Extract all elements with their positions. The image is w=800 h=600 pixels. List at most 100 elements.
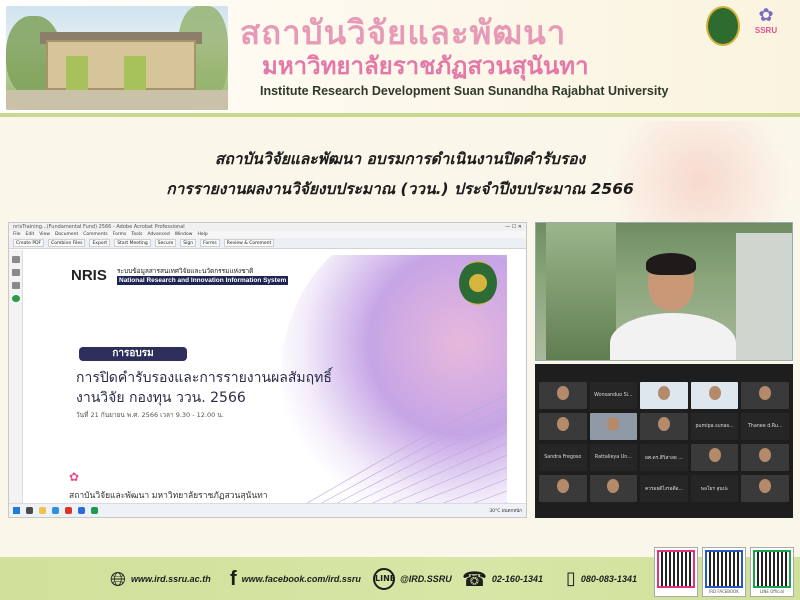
qr-codes: IRD FACEBOOK LINE Official (654, 547, 794, 597)
background-window (546, 223, 616, 360)
institute-building-photo (6, 6, 228, 110)
participant-tile[interactable]: ผศ.ดร.สีวิสาลย ... (640, 444, 688, 471)
weather-tray[interactable]: 30°C ฝนตกหนัก (489, 507, 522, 514)
nris-thai-name: ระบบข้อมูลสารสนเทศวิจัยและนวัตกรรมแห่งชา… (117, 267, 254, 275)
participant-tile[interactable]: Rattalieya Un... (589, 444, 638, 471)
menu-document[interactable]: Document (55, 231, 78, 238)
slide-footer-text: สถาบันวิจัยและพัฒนา มหาวิทยาลัยราชภัฏสวน… (69, 491, 268, 501)
website-link[interactable]: www.ird.ssru.ac.th (131, 574, 211, 584)
participant-tile[interactable] (640, 382, 688, 409)
slide-heading-line1: การปิดคำรับรองและการรายงานผลสัมฤทธิ์ (76, 370, 332, 386)
speaker-hair (646, 253, 696, 275)
participant-tile[interactable]: ควรอยดีไงรอดีอ... (640, 475, 688, 502)
menu-view[interactable]: View (39, 231, 50, 238)
qr-code-icon (753, 550, 791, 588)
menu-window[interactable]: Window (175, 231, 193, 238)
zoom-icon[interactable] (78, 507, 85, 514)
participant-tile[interactable] (741, 444, 789, 471)
slide-wave-lines (303, 395, 507, 505)
status-icon[interactable] (11, 295, 20, 302)
university-title-thai: มหาวิทยาลัยราชภัฏสวนสุนันทา (262, 52, 589, 80)
participant-tile[interactable]: Sandra Fregoso (539, 444, 587, 471)
slide-date: วันที่ 21 กันยายน พ.ศ. 2566 เวลา 9.30 - … (76, 411, 224, 419)
bookmarks-icon[interactable] (11, 269, 20, 276)
institute-title-english: Institute Research Development Suan Suna… (260, 84, 669, 98)
secure-button[interactable]: Secure (154, 239, 177, 247)
window-controls[interactable]: — ☐ ✕ (505, 223, 526, 231)
review-comment-button[interactable]: Review & Comment (223, 239, 275, 247)
participant-tile[interactable]: Wonsanduo Si... (589, 382, 638, 409)
phone-number: 02-160-1341 (491, 574, 543, 584)
slide-heading-line2: งานวิจัย กองทุน ววน. 2566 (76, 390, 246, 406)
excel-icon[interactable] (91, 507, 98, 514)
app-title-bar: nrisTraining...(Fundamental Fund) 2566 -… (9, 223, 526, 231)
menu-comments[interactable]: Comments (83, 231, 107, 238)
mobile-number: 080-083-1341 (580, 574, 637, 584)
edge-icon[interactable] (52, 507, 59, 514)
facebook-link[interactable]: www.facebook.com/ird.ssru (242, 574, 361, 584)
facebook-icon: f (230, 568, 237, 590)
presentation-slide: NRIS ระบบข้อมูลสารสนเทศวิจัยและนวัตกรรมแ… (61, 255, 507, 505)
acrobat-icon[interactable] (65, 507, 72, 514)
university-seal-icon (459, 261, 497, 305)
signatures-icon[interactable] (11, 282, 20, 289)
participant-tile[interactable]: Thanee d.Ru... (741, 413, 789, 440)
file-explorer-icon[interactable] (39, 507, 46, 514)
ssru-flower-icon: ✿ (69, 470, 80, 484)
participant-tile[interactable] (690, 382, 739, 409)
line-qr[interactable]: LINE Official (750, 547, 794, 597)
header-banner: สถาบันวิจัยและพัฒนา มหาวิทยาลัยราชภัฏสวน… (0, 0, 800, 117)
menu-file[interactable]: File (13, 231, 21, 238)
participant-tile[interactable]: pumipa.sunas... (690, 413, 739, 440)
headline-line2: การรายงานผลงานวิจัยงบประมาณ (ววน.) ประจำ… (166, 180, 634, 198)
menu-help[interactable]: Help (197, 231, 207, 238)
phone-contact: ☎ 02-160-1341 (462, 565, 543, 593)
participant-tile[interactable] (690, 444, 739, 471)
flower-icon: ✿ (758, 5, 774, 26)
search-icon[interactable] (26, 507, 33, 514)
participant-tile[interactable] (589, 413, 638, 440)
qr-code-icon (705, 550, 743, 588)
participant-tile[interactable] (539, 475, 587, 502)
background-curtain (736, 233, 792, 360)
forms-button[interactable]: Forms (200, 239, 220, 247)
menu-tools[interactable]: Tools (131, 231, 142, 238)
participant-tile[interactable] (640, 413, 688, 440)
menu-edit[interactable]: Edit (26, 231, 35, 238)
facebook-contact: f www.facebook.com/ird.ssru (230, 565, 361, 593)
university-seal-logo (706, 6, 740, 46)
mobile-contact: ▯ 080-083-1341 (566, 565, 637, 593)
menu-bar: File Edit View Document Comments Forms T… (9, 231, 526, 238)
start-icon[interactable] (13, 507, 20, 514)
export-button[interactable]: Export (89, 239, 111, 247)
pages-icon[interactable] (11, 256, 20, 263)
combine-files-button[interactable]: Combine Files (48, 239, 86, 247)
participant-tile[interactable] (539, 413, 587, 440)
sign-button[interactable]: Sign (180, 239, 197, 247)
website-qr[interactable] (654, 547, 698, 597)
start-meeting-button[interactable]: Start Meeting (114, 239, 151, 247)
screen-share-window: nrisTraining...(Fundamental Fund) 2566 -… (8, 222, 527, 518)
windows-taskbar: 30°C ฝนตกหนัก (9, 503, 526, 517)
participant-tile[interactable] (741, 382, 789, 409)
acrobat-toolbar: Create PDF Combine Files Export Start Me… (9, 238, 526, 249)
participant-tile[interactable]: พลโยร สุนปะ (690, 475, 739, 502)
menu-forms[interactable]: Forms (113, 231, 127, 238)
speaker-video[interactable] (535, 222, 793, 361)
menu-advanced[interactable]: Advanced (147, 231, 169, 238)
website-contact: 🌐︎ www.ird.ssru.ac.th (110, 565, 211, 593)
globe-icon: 🌐︎ (110, 567, 126, 591)
participant-tile[interactable] (589, 475, 638, 502)
nris-english-name: National Research and Innovation Informa… (117, 276, 289, 285)
participant-gallery: Wonsanduo Si... pumipa.sunas... Thanee d… (535, 364, 793, 518)
create-pdf-button[interactable]: Create PDF (13, 239, 45, 247)
participant-tile[interactable] (539, 382, 587, 409)
line-icon: LINE (373, 568, 395, 590)
ssru-logo: ✿ SSRU (754, 5, 778, 36)
line-id[interactable]: @IRD.SSRU (400, 574, 452, 584)
line-contact: LINE @IRD.SSRU (373, 565, 452, 593)
participant-tile[interactable] (741, 475, 789, 502)
facebook-qr[interactable]: IRD FACEBOOK (702, 547, 746, 597)
training-label: การอบรม (79, 347, 187, 361)
speaker-body (610, 313, 736, 360)
